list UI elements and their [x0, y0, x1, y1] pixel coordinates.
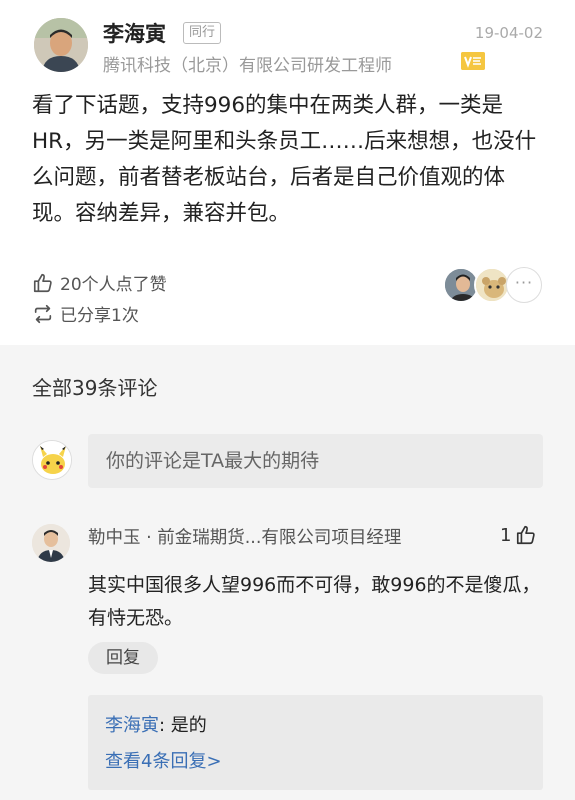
repost-icon [32, 303, 54, 325]
comment-text: 其实中国很多人望996而不可得，敢996的不是傻瓜，有恃无恐。 [88, 574, 541, 629]
post-card: 李海寅 同行 19-04-02 腾讯科技（北京）有限公司研发工程师 看了下话题，… [0, 0, 575, 345]
reply-preview: 李海寅: 是的 [105, 711, 207, 737]
more-likers-button[interactable]: ··· [506, 267, 542, 303]
comments-count: 全部39条评论 [32, 376, 158, 400]
shares-count: 已分享1次 [60, 306, 139, 326]
author-name[interactable]: 李海寅 [103, 18, 166, 48]
thumbs-up-icon [32, 272, 54, 294]
reply-author[interactable]: 李海寅 [105, 715, 159, 736]
likes-summary[interactable]: 20个人点了赞 [32, 270, 167, 295]
comments-section: 全部39条评论 你的评论是TA最大的期待 勒中玉 · 前金瑞期货...有限公司项… [0, 345, 575, 800]
comment-input[interactable]: 你的评论是TA最大的期待 [88, 434, 543, 488]
author-avatar[interactable] [34, 18, 88, 72]
reply-text: : 是的 [159, 715, 207, 736]
shares-summary: 已分享1次 [32, 301, 139, 326]
post-content: 看了下话题，支持996的集中在两类人群，一类是HR，另一类是阿里和头条员工……后… [32, 93, 537, 226]
commenter-name[interactable]: 勒中玉 · 前金瑞期货...有限公司项目经理 [88, 524, 401, 549]
verified-icon [461, 52, 485, 70]
view-replies-link[interactable]: 查看4条回复> [105, 747, 222, 773]
peer-badge: 同行 [183, 22, 222, 44]
likes-count: 20个人点了赞 [60, 275, 167, 295]
post-date: 19-04-02 [474, 24, 543, 42]
reply-button[interactable]: 回复 [88, 642, 158, 674]
thumbs-up-icon [517, 525, 536, 545]
comment-like-button[interactable]: 1 [500, 524, 537, 546]
replies-box: 李海寅: 是的 查看4条回复> [88, 695, 543, 790]
my-avatar [32, 440, 72, 480]
liker-avatar[interactable] [474, 267, 510, 303]
commenter-avatar[interactable] [32, 524, 70, 562]
author-title: 腾讯科技（北京）有限公司研发工程师 [103, 56, 392, 76]
comment-like-count: 1 [500, 524, 512, 546]
